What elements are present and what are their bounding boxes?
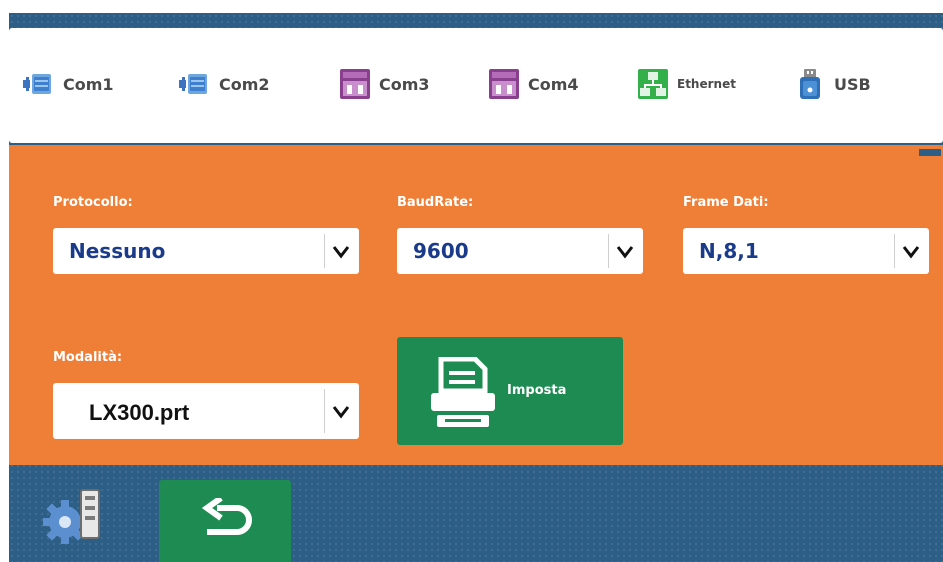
select-divider — [324, 389, 325, 433]
tab-com3-label: Com3 — [379, 74, 430, 94]
frame-dati-select[interactable]: N,8,1 — [683, 228, 929, 274]
rs485-port-icon — [340, 69, 370, 99]
select-divider — [608, 234, 609, 268]
back-arrow-icon — [201, 498, 252, 535]
settings-gear-icon[interactable] — [39, 480, 107, 550]
chevron-down-icon — [902, 246, 920, 259]
printer-icon — [431, 357, 495, 427]
imposta-button[interactable]: Imposta — [397, 337, 623, 445]
select-divider — [894, 234, 895, 268]
chevron-down-icon — [616, 246, 634, 259]
tab-ethernet[interactable]: Ethernet — [637, 64, 736, 104]
modalita-select[interactable]: LX300.prt — [53, 383, 359, 439]
protocollo-label: Protocollo: — [53, 195, 133, 210]
modalita-label: Modalità: — [53, 350, 123, 365]
frame-dati-value: N,8,1 — [699, 239, 759, 263]
baudrate-select[interactable]: 9600 — [397, 228, 643, 274]
chevron-down-icon — [332, 246, 350, 259]
frame-dati-label: Frame Dati: — [683, 195, 769, 210]
tab-ethernet-label: Ethernet — [677, 77, 736, 91]
protocollo-select[interactable]: Nessuno — [53, 228, 359, 274]
tab-com2-label: Com2 — [219, 74, 270, 94]
baudrate-label: BaudRate: — [397, 195, 474, 210]
panel-corner-indicator — [919, 149, 941, 156]
tab-com2[interactable]: Com2 — [179, 64, 270, 104]
chevron-down-icon — [332, 406, 350, 419]
modalita-value: LX300.prt — [89, 400, 190, 425]
tab-com3[interactable]: Com3 — [339, 64, 430, 104]
imposta-label: Imposta — [507, 383, 567, 398]
tab-com1-label: Com1 — [63, 74, 114, 94]
tab-com4[interactable]: Com4 — [488, 64, 579, 104]
rs485-port-icon — [489, 69, 519, 99]
app-screen: Com1 Com2 Com3 Com4 Ethernet USB Protoco… — [9, 13, 943, 562]
network-icon — [638, 69, 668, 99]
serial-port-icon — [179, 74, 207, 94]
protocollo-value: Nessuno — [69, 239, 166, 263]
tab-com4-label: Com4 — [528, 74, 579, 94]
back-button[interactable] — [159, 480, 291, 562]
tab-com1[interactable]: Com1 — [23, 64, 114, 104]
port-tab-bar: Com1 Com2 Com3 Com4 Ethernet USB — [9, 28, 943, 143]
serial-port-icon — [23, 74, 51, 94]
usb-drive-icon — [800, 69, 820, 99]
tab-usb[interactable]: USB — [794, 64, 871, 104]
baudrate-value: 9600 — [413, 239, 469, 263]
select-divider — [324, 234, 325, 268]
tab-usb-label: USB — [834, 74, 871, 94]
